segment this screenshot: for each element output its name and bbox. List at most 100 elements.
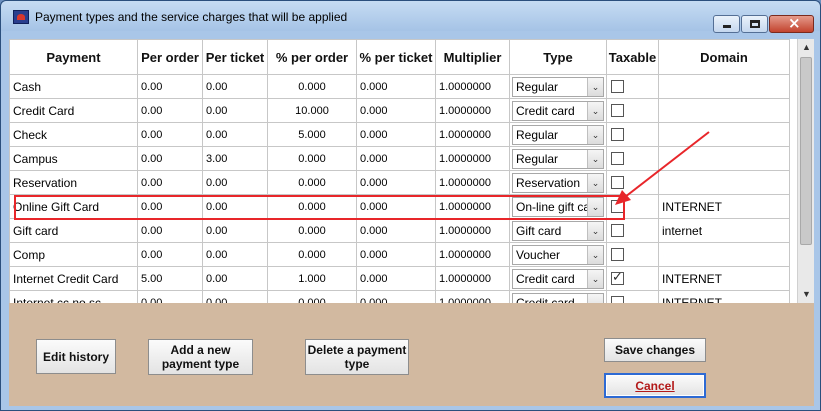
pct-ticket-cell[interactable]: 0.000 [356,242,436,267]
taxable-checkbox[interactable] [611,128,624,141]
chevron-down-icon[interactable]: ⌄ [587,221,603,240]
per-order-cell[interactable]: 0.00 [137,242,203,267]
multiplier-cell[interactable]: 1.0000000 [435,98,510,123]
type-dropdown[interactable]: Reservation ⌄ [512,172,604,193]
multiplier-cell[interactable]: 1.0000000 [435,74,510,99]
table-row[interactable]: Check 0.00 0.00 5.000 0.000 1.0000000 Regular ⌄ [9,122,790,147]
per-ticket-cell[interactable]: 0.00 [202,98,268,123]
delete-payment-type-button[interactable]: Delete a payment type [305,339,409,375]
pct-order-cell[interactable]: 0.000 [267,290,357,303]
table-row[interactable]: Reservation 0.00 0.00 0.000 0.000 1.0000000 Re… [9,170,790,195]
payment-name-cell[interactable]: Comp [9,242,138,267]
pct-order-cell[interactable]: 0.000 [267,242,357,267]
per-ticket-cell[interactable]: 0.00 [202,290,268,303]
pct-ticket-cell[interactable]: 0.000 [356,122,436,147]
chevron-down-icon[interactable]: ⌄ [587,173,603,192]
col-header-pct-ticket[interactable]: % per ticket [356,39,436,75]
multiplier-cell[interactable]: 1.0000000 [435,194,510,219]
domain-cell[interactable] [658,170,790,195]
per-order-cell[interactable]: 0.00 [137,170,203,195]
pct-ticket-cell[interactable]: 0.000 [356,218,436,243]
payment-name-cell[interactable]: Internet cc no sc [9,290,138,303]
table-row[interactable]: Internet cc no sc 0.00 0.00 0.000 0.000 1.000… [9,290,790,303]
taxable-checkbox[interactable] [611,248,624,261]
type-dropdown[interactable]: Gift card ⌄ [512,220,604,241]
domain-cell[interactable]: INTERNET [658,194,790,219]
chevron-down-icon[interactable]: ⌄ [587,77,603,96]
col-header-domain[interactable]: Domain [658,39,790,75]
domain-cell[interactable] [658,242,790,267]
col-header-pct-order[interactable]: % per order [267,39,357,75]
per-ticket-cell[interactable]: 0.00 [202,242,268,267]
col-header-payment[interactable]: Payment [9,39,138,75]
pct-ticket-cell[interactable]: 0.000 [356,146,436,171]
per-order-cell[interactable]: 0.00 [137,194,203,219]
scroll-up-icon[interactable]: ▲ [798,39,814,56]
per-ticket-cell[interactable]: 0.00 [202,266,268,291]
payment-name-cell[interactable]: Internet Credit Card [9,266,138,291]
type-dropdown[interactable]: Credit card ⌄ [512,100,604,121]
pct-order-cell[interactable]: 5.000 [267,122,357,147]
add-payment-type-button[interactable]: Add a new payment type [148,339,253,375]
taxable-checkbox[interactable] [611,270,624,285]
type-dropdown[interactable]: Credit card ⌄ [512,268,604,289]
col-header-type[interactable]: Type [509,39,607,75]
domain-cell[interactable] [658,122,790,147]
chevron-down-icon[interactable]: ⌄ [587,293,603,303]
pct-order-cell[interactable]: 0.000 [267,218,357,243]
chevron-down-icon[interactable]: ⌄ [587,245,603,264]
table-row[interactable]: Campus 0.00 3.00 0.000 0.000 1.0000000 Regular… [9,146,790,171]
chevron-down-icon[interactable]: ⌄ [587,125,603,144]
col-header-per-ticket[interactable]: Per ticket [202,39,268,75]
pct-ticket-cell[interactable]: 0.000 [356,170,436,195]
table-row[interactable]: Comp 0.00 0.00 0.000 0.000 1.0000000 Voucher ⌄ [9,242,790,267]
type-dropdown[interactable]: Voucher ⌄ [512,244,604,265]
multiplier-cell[interactable]: 1.0000000 [435,218,510,243]
multiplier-cell[interactable]: 1.0000000 [435,146,510,171]
chevron-down-icon[interactable]: ⌄ [587,197,603,216]
taxable-checkbox[interactable] [611,104,624,117]
chevron-down-icon[interactable]: ⌄ [587,149,603,168]
pct-ticket-cell[interactable]: 0.000 [356,194,436,219]
multiplier-cell[interactable]: 1.0000000 [435,266,510,291]
type-dropdown[interactable]: On-line gift ca ⌄ [512,196,604,217]
per-ticket-cell[interactable]: 0.00 [202,194,268,219]
per-order-cell[interactable]: 0.00 [137,146,203,171]
scroll-down-icon[interactable]: ▼ [798,286,814,303]
pct-order-cell[interactable]: 0.000 [267,170,357,195]
payment-name-cell[interactable]: Credit Card [9,98,138,123]
domain-cell[interactable] [658,146,790,171]
chevron-down-icon[interactable]: ⌄ [587,101,603,120]
per-order-cell[interactable]: 0.00 [137,98,203,123]
per-order-cell[interactable]: 0.00 [137,74,203,99]
per-order-cell[interactable]: 5.00 [137,266,203,291]
per-ticket-cell[interactable]: 3.00 [202,146,268,171]
type-dropdown[interactable]: Regular ⌄ [512,148,604,169]
pct-ticket-cell[interactable]: 0.000 [356,74,436,99]
payment-name-cell[interactable]: Campus [9,146,138,171]
type-dropdown[interactable]: Regular ⌄ [512,76,604,97]
per-ticket-cell[interactable]: 0.00 [202,74,268,99]
payment-name-cell[interactable]: Online Gift Card [9,194,138,219]
table-row[interactable]: Credit Card 0.00 0.00 10.000 0.000 1.0000000 C… [9,98,790,123]
save-changes-button[interactable]: Save changes [604,338,706,362]
edit-history-button[interactable]: Edit history [36,339,116,374]
pct-ticket-cell[interactable]: 0.000 [356,98,436,123]
per-order-cell[interactable]: 0.00 [137,218,203,243]
pct-ticket-cell[interactable]: 0.000 [356,266,436,291]
table-row[interactable]: Internet Credit Card 5.00 0.00 1.000 0.000 1.… [9,266,790,291]
taxable-checkbox[interactable] [611,176,624,189]
domain-cell[interactable]: INTERNET [658,266,790,291]
pct-order-cell[interactable]: 0.000 [267,74,357,99]
multiplier-cell[interactable]: 1.0000000 [435,242,510,267]
payment-name-cell[interactable]: Gift card [9,218,138,243]
domain-cell[interactable]: internet [658,218,790,243]
per-order-cell[interactable]: 0.00 [137,290,203,303]
payment-name-cell[interactable]: Reservation [9,170,138,195]
per-order-cell[interactable]: 0.00 [137,122,203,147]
cancel-button[interactable]: Cancel [604,373,706,398]
title-bar[interactable]: Payment types and the service charges th… [1,1,820,33]
per-ticket-cell[interactable]: 0.00 [202,122,268,147]
chevron-down-icon[interactable]: ⌄ [587,269,603,288]
domain-cell[interactable]: INTERNET [658,290,790,303]
